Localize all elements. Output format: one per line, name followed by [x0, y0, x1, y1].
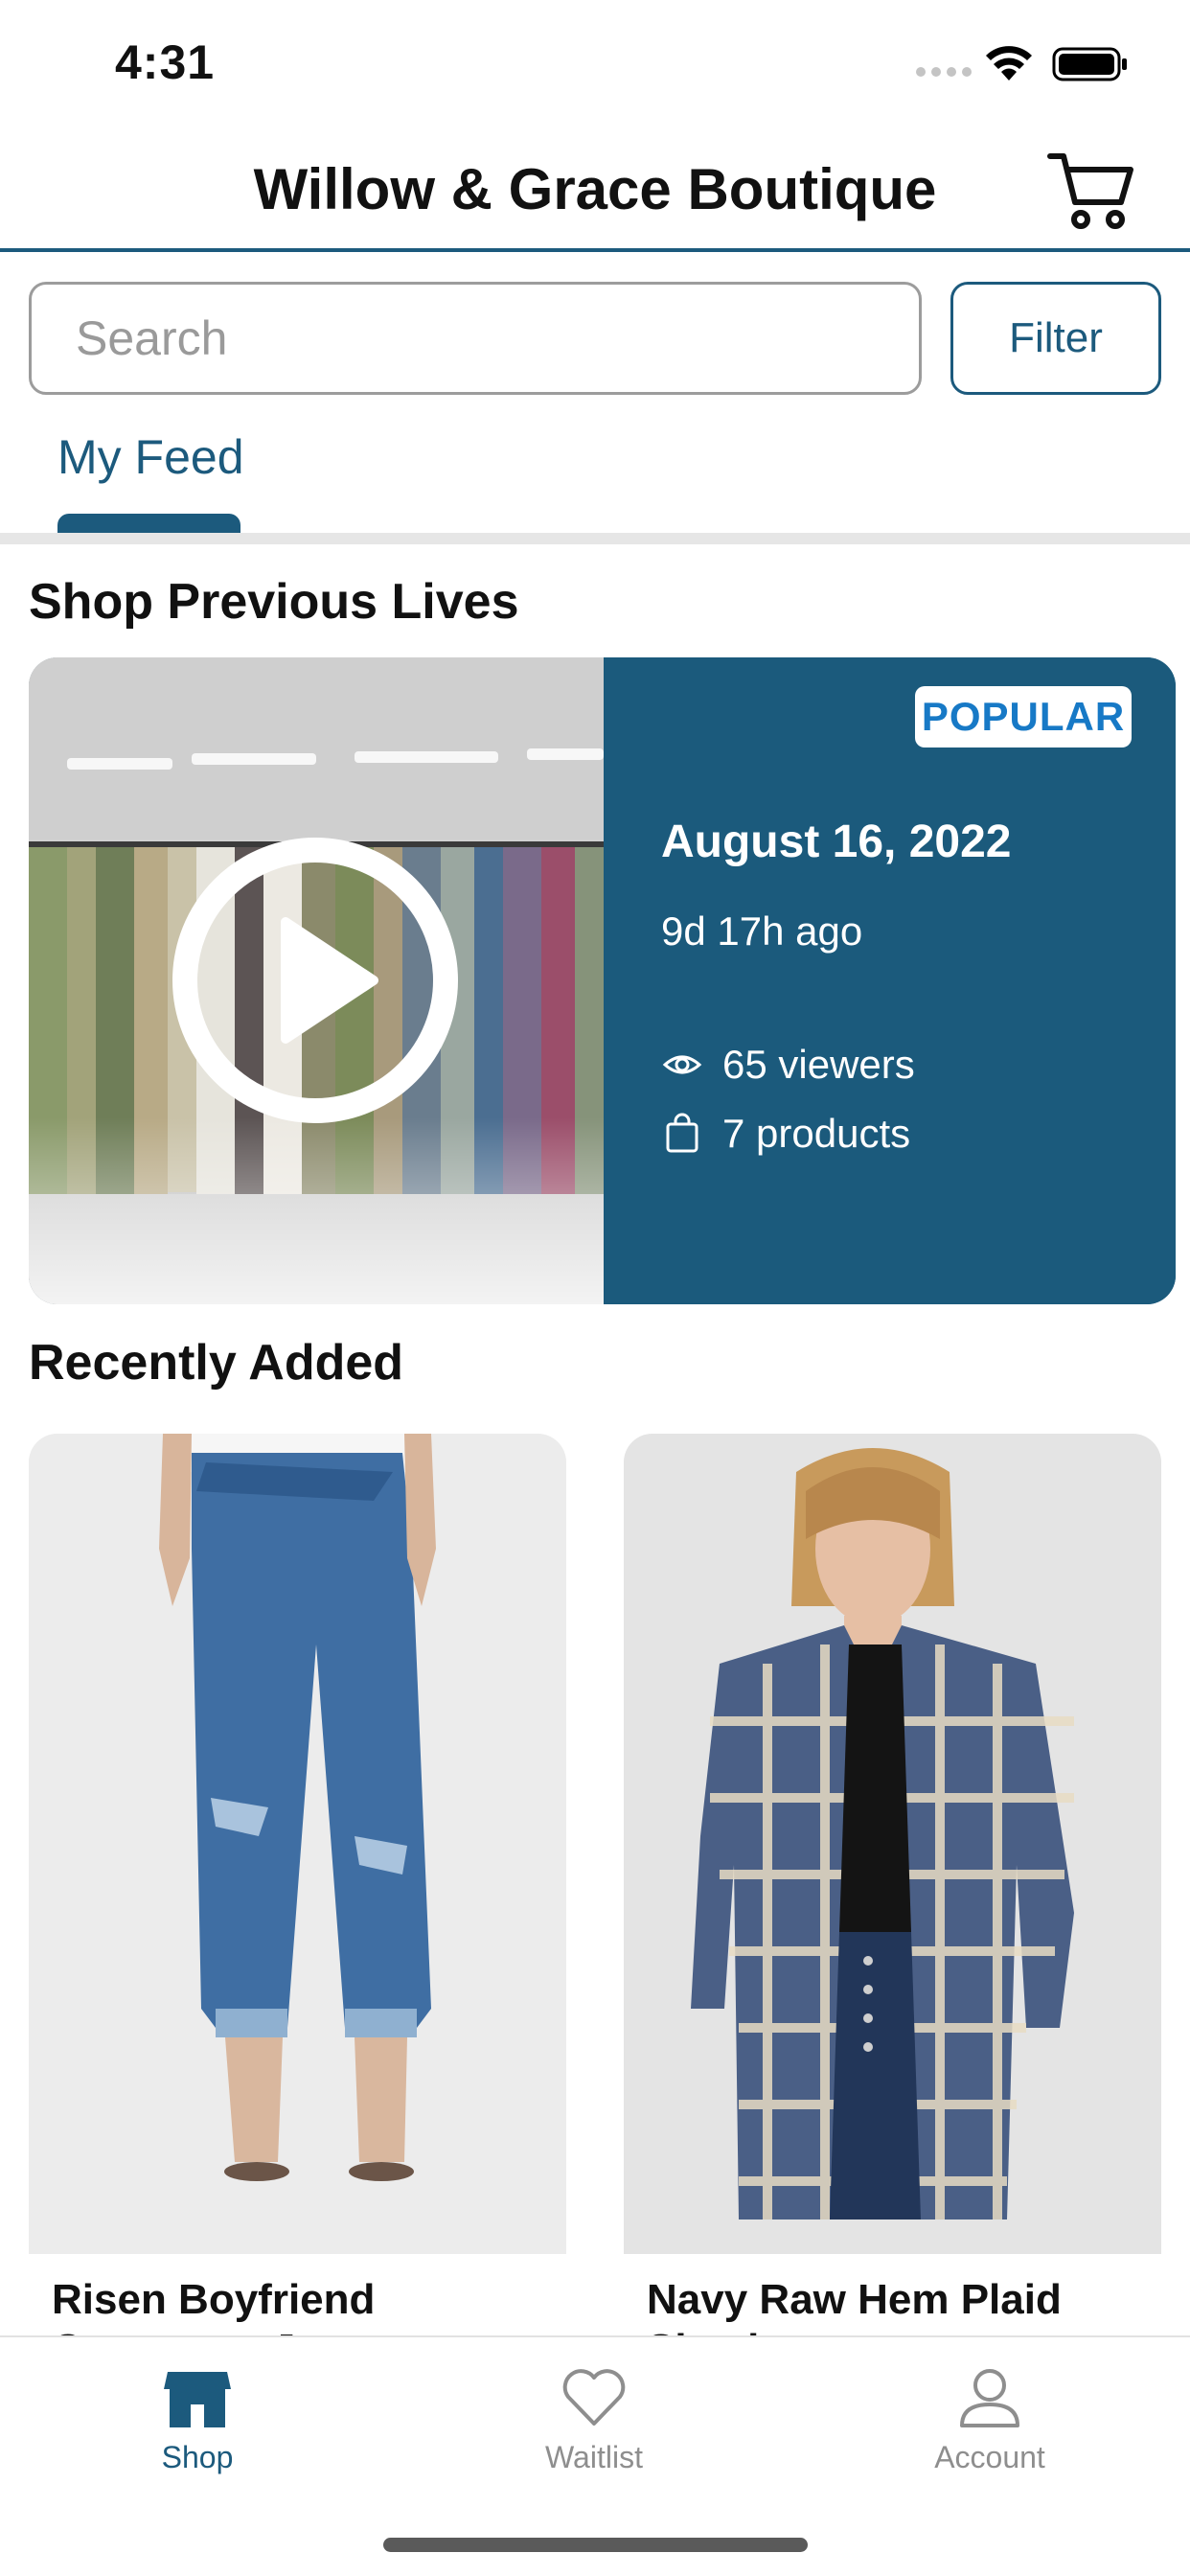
tab-waitlist[interactable]: Waitlist [479, 2337, 709, 2510]
heart-icon [562, 2369, 626, 2426]
products-count: 7 products [722, 1111, 911, 1156]
nav-header: Willow & Grace Boutique [0, 129, 1190, 252]
cellular-signal-icon [916, 67, 972, 77]
cart-icon[interactable] [1044, 147, 1136, 233]
shopping-bag-icon [666, 1113, 698, 1153]
store-icon [164, 2372, 231, 2427]
previous-live-card[interactable]: POPULAR August 16, 2022 9d 17h ago 65 vi… [29, 657, 1176, 1304]
viewers-count: 65 viewers [722, 1042, 915, 1087]
active-tab-indicator [57, 514, 240, 533]
product-image[interactable] [624, 1434, 1161, 2254]
tab-my-feed[interactable]: My Feed [57, 429, 244, 485]
viewers-stat: 65 viewers [661, 1041, 915, 1089]
battery-icon [1052, 47, 1127, 81]
status-time: 4:31 [115, 35, 216, 89]
tab-divider [0, 533, 1190, 544]
product-image[interactable] [29, 1434, 566, 2254]
section-title-recently-added: Recently Added [29, 1335, 404, 1391]
tab-label-shop: Shop [161, 2440, 234, 2474]
plaid-shacket-image [624, 1434, 1161, 2254]
product-card[interactable]: Risen Boyfriend Crossover Jeans [29, 1434, 566, 2392]
tab-shop[interactable]: Shop [82, 2337, 312, 2510]
live-time-ago: 9d 17h ago [661, 908, 863, 954]
live-date: August 16, 2022 [661, 816, 1012, 867]
jeans-image [29, 1434, 566, 2254]
home-indicator[interactable] [383, 2538, 808, 2552]
live-video-thumbnail[interactable] [29, 657, 604, 1304]
wifi-icon [986, 46, 1032, 80]
play-icon[interactable] [171, 836, 460, 1125]
tab-account[interactable]: Account [875, 2337, 1105, 2510]
products-stat: 7 products [661, 1110, 910, 1158]
app-screen: 4:31 Willow & Grace Boutique Filter My F… [0, 0, 1190, 2576]
store-title: Willow & Grace Boutique [253, 157, 937, 221]
eye-icon [662, 1055, 702, 1074]
filter-button[interactable]: Filter [950, 282, 1161, 395]
status-bar: 4:31 [0, 0, 1190, 129]
person-icon [960, 2369, 1019, 2427]
tab-label-account: Account [934, 2440, 1045, 2474]
search-input[interactable] [29, 282, 922, 395]
popular-badge: POPULAR [915, 686, 1132, 748]
live-info-panel: POPULAR August 16, 2022 9d 17h ago 65 vi… [604, 657, 1176, 1304]
section-title-previous-lives: Shop Previous Lives [29, 574, 519, 630]
tab-label-waitlist: Waitlist [545, 2440, 643, 2474]
product-card[interactable]: Navy Raw Hem Plaid Shacket [624, 1434, 1161, 2392]
